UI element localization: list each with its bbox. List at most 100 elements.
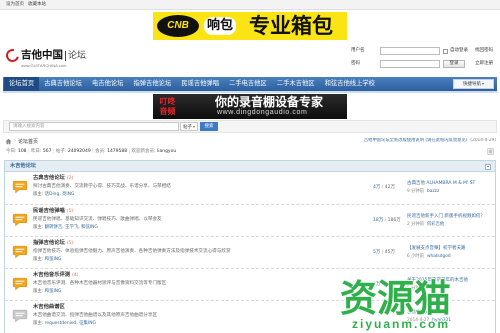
logo-subtitle: 论坛 — [65, 51, 86, 61]
announcement-text: 吉他中国论坛全新改版使用说明 (请在此帖内反馈意见) — [363, 138, 468, 143]
nav-item-2[interactable]: 古典吉他论坛 — [39, 77, 87, 91]
password-label: 密码 — [351, 61, 360, 66]
nav-item-5[interactable]: 民谣吉他弹唱 — [176, 77, 224, 91]
top-bar: 设为首页 收藏本站 — [0, 0, 500, 10]
moderator-link[interactable]: 王学飞 — [62, 225, 78, 230]
quick-nav-button[interactable]: 快捷导航▾ — [453, 79, 494, 89]
stat-item: 帖子24092049 — [51, 149, 90, 154]
forum-today-count: (5) — [66, 241, 74, 246]
forum-moderators: 版主:和弦ING — [33, 288, 61, 295]
remember-label[interactable]: 自动登录 — [450, 48, 468, 54]
forum-title: 木吉他音乐评测 (4) — [33, 272, 78, 279]
logo-text: 吉他中国 论坛 — [21, 46, 86, 64]
logo-title: 吉他中国 — [21, 49, 63, 61]
last-post-time: 2 分钟前 — [407, 222, 424, 227]
forum-row: 木吉他曲谱区 木吉他曲谱交流、指弹吉他曲谱以及其他原声吉他曲谱分享区 版主:requ… — [5, 300, 495, 332]
remember-checkbox[interactable] — [443, 48, 448, 54]
nav-item-8[interactable]: 和弦吉他线上学校 — [320, 77, 380, 91]
nav-item-3[interactable]: 电吉他论坛 — [87, 77, 128, 91]
last-post-user[interactable]: whatsdgod — [427, 254, 451, 259]
last-post-link[interactable]: 吉他曲谱分享 — [407, 309, 493, 316]
last-post-link[interactable]: 古典吉他 ALHAMBRA M & M' ST — [407, 180, 493, 187]
main-nav: 论坛首页 古典吉他论坛 电吉他论坛 指弹吉他论坛 民谣吉他弹唱 二手电吉他区 二手木吉他区和… — [3, 77, 497, 91]
forum-name-link[interactable]: 木吉他音乐评测 — [33, 272, 70, 278]
quick-nav-label: 快捷导航 — [462, 82, 481, 87]
stat-item: 欢迎新会员liangyou — [127, 149, 176, 154]
mid-ad-banner[interactable]: 叮咚音频 你的录音棚设备专家 www.dingdongaudio.com — [153, 94, 347, 119]
search-button[interactable]: 搜索 — [200, 122, 218, 131]
ad-headline: 你的录音棚设备专家 — [215, 95, 324, 109]
forum-name-link[interactable]: 木吉他曲谱区 — [33, 304, 65, 310]
moderator-link[interactable]: 和弦ING — [43, 257, 62, 262]
ad-dingdong-logo: 叮咚音频 — [159, 97, 176, 116]
forum-title: 民谣吉他弹唱 (5) — [33, 208, 73, 215]
nav-underline — [3, 91, 497, 93]
moderators-label: 版主: — [33, 289, 44, 294]
moderators-label: 版主: — [33, 257, 44, 262]
forum-stats: 今日108昨日567帖子24092049会员1479588欢迎新会员liangy… — [6, 148, 176, 155]
breadcrumb-current[interactable]: 论坛首页 — [18, 138, 38, 145]
stat-label: 会员 — [95, 149, 107, 154]
moderator-link[interactable]: 话Ding — [43, 192, 60, 197]
nav-item-1[interactable]: 论坛首页 — [4, 77, 40, 91]
forgot-password-link[interactable]: 找回密码 — [475, 48, 493, 54]
forum-counts: 4万34万 — [373, 281, 395, 288]
moderators-label: 版主: — [33, 192, 44, 197]
nav-item-7[interactable]: 二手木吉他区 — [272, 77, 320, 91]
stat-label: 欢迎新会员 — [132, 149, 157, 154]
category-header: 木吉他论坛 — [5, 161, 495, 172]
moderators-label: 版主: — [33, 321, 44, 326]
forum-description: 指弹吉他技巧、体验指弹吉他魅力、原声吉他演奏、各种吉他弹奏方法及指弹技术交流心得… — [33, 249, 231, 254]
announcement[interactable]: 吉他中国论坛全新改版使用说明 (请在此帖内反馈意见) (2014-4-29) — [230, 138, 496, 144]
stat-value: liangyou — [156, 149, 177, 154]
moderator-link[interactable]: 征集ING — [76, 321, 96, 326]
forum-description: 民谣吉他弹唱、基础知识交流、弹唱技巧、歌曲弹唱、以琴会友 — [33, 217, 162, 222]
last-post-link[interactable]: 【发展支点音樂】初学者天路 — [407, 245, 493, 252]
forum-counts: 18万186万 — [373, 217, 401, 224]
site-logo[interactable]: 吉他中国 论坛 www.GUITARCHINA.com — [3, 46, 98, 70]
moderator-link[interactable]: 和弦ING — [43, 289, 62, 294]
forum-chat-icon — [12, 213, 28, 227]
moderator-link[interactable]: 和弦ING — [78, 225, 98, 230]
forum-name-link[interactable]: 古典吉他论坛 — [33, 175, 65, 181]
post-count: 186万 — [383, 218, 400, 223]
nav-item-6[interactable]: 二手电吉他区 — [224, 77, 272, 91]
login-button[interactable]: 登录 — [443, 60, 465, 68]
search-scope-value: 帖子 — [183, 125, 192, 130]
username-input[interactable] — [380, 47, 440, 55]
last-post-user[interactable]: 何彩吉他 — [427, 222, 444, 227]
forum-name-link[interactable]: 指弹吉他论坛 — [33, 240, 65, 246]
last-post-link[interactable]: 关于2015年南京那年的木吉他 — [407, 277, 493, 284]
forum-name-link[interactable]: 民谣吉他弹唱 — [33, 208, 65, 214]
last-post-time: 5 分钟前 — [407, 286, 424, 291]
last-post-link[interactable]: 民谣吉他新手入门 新版手机视频如何? — [407, 213, 493, 220]
forum-row: 民谣吉他弹唱 (5) 民谣吉他弹唱、基础知识交流、弹唱技巧、歌曲弹唱、以琴会友 版主:… — [5, 204, 495, 236]
last-post-user[interactable]: 贾乐 — [427, 286, 436, 291]
forum-title: 古典吉他论坛 (2) — [33, 175, 73, 182]
forum-moderators: 版主:和弦ING — [33, 256, 61, 263]
feed-icon[interactable] — [487, 148, 494, 155]
home-icon[interactable] — [5, 138, 12, 145]
last-post-user[interactable]: bazzz — [427, 189, 439, 194]
top-ad-banner[interactable]: CNB 响包 专业箱包 — [153, 12, 347, 40]
forum-category: 木吉他论坛 古典吉他论坛 (2) 探讨古典吉他演奏、交流教学心得、技巧实战、乐谱分享… — [4, 160, 496, 333]
search-scope-select[interactable]: 帖子▾ — [180, 122, 198, 131]
bookmark-link[interactable]: 收藏本站 — [28, 0, 46, 9]
chevron-down-icon: ▾ — [193, 124, 196, 129]
register-link[interactable]: 立即注册 — [475, 61, 493, 67]
moderator-link[interactable]: 翻转饼吉 — [43, 225, 63, 230]
forum-description: 木吉他音乐评测、各种木吉他器材测评与音像资料交流等专门版区 — [33, 281, 167, 286]
search-input[interactable] — [9, 122, 179, 131]
moderator-link[interactable]: 亮ING — [59, 192, 74, 197]
category-title[interactable]: 木吉他论坛 — [10, 161, 36, 171]
moderator-link[interactable]: requestdenied — [43, 321, 77, 326]
set-homepage-link[interactable]: 设为首页 — [6, 0, 24, 9]
nav-item-4[interactable]: 指弹吉他论坛 — [128, 77, 176, 91]
ad-slogan: 专业箱包 — [249, 14, 333, 38]
last-post-user[interactable]: hyan321 — [432, 318, 451, 323]
forum-today-count: (4) — [72, 273, 79, 278]
collapse-icon[interactable] — [485, 163, 491, 170]
last-post-meta: 2014-4-27 hyan321 — [407, 317, 451, 324]
password-input[interactable] — [380, 60, 440, 68]
nav-items: 论坛首页 古典吉他论坛 电吉他论坛 指弹吉他论坛 民谣吉他弹唱 二手电吉他区 二手木吉他区和… — [4, 77, 380, 91]
